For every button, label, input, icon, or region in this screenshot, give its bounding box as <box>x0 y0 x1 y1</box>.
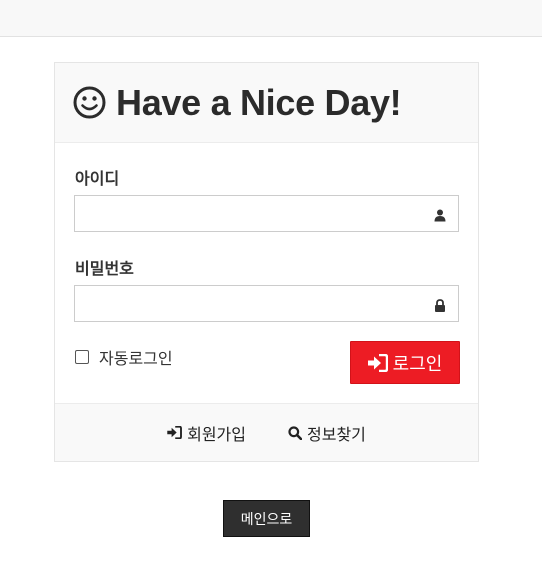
password-field-wrapper <box>74 285 459 322</box>
find-info-label: 정보찾기 <box>307 424 366 444</box>
login-button[interactable]: 로그인 <box>350 341 460 384</box>
id-label: 아이디 <box>75 169 120 188</box>
password-input[interactable] <box>75 286 458 321</box>
signup-label: 회원가입 <box>187 424 246 444</box>
lock-icon <box>434 297 446 312</box>
panel-footer: 회원가입 정보찾기 <box>55 403 478 461</box>
signup-link[interactable]: 회원가입 <box>167 421 246 445</box>
auto-login-checkbox[interactable] <box>75 350 89 364</box>
find-info-link[interactable]: 정보찾기 <box>288 421 366 445</box>
login-form: 아이디 비밀번호 자동로그인 로그인 <box>55 143 478 403</box>
main-page-button[interactable]: 메인으로 <box>223 500 310 537</box>
top-bar <box>0 0 542 37</box>
auto-login-label: 자동로그인 <box>99 349 173 368</box>
id-field-wrapper <box>74 195 459 232</box>
smiley-icon <box>73 86 106 119</box>
password-label: 비밀번호 <box>75 259 134 278</box>
search-icon <box>288 425 302 440</box>
login-panel: Have a Nice Day! 아이디 비밀번호 자동로그인 로그인 회원가입… <box>54 62 479 462</box>
sign-in-icon <box>367 353 388 372</box>
page-title: Have a Nice Day! <box>116 81 402 123</box>
login-button-label: 로그인 <box>392 353 443 375</box>
sign-in-icon <box>167 426 183 439</box>
id-input[interactable] <box>75 196 458 231</box>
auto-login-option[interactable]: 자동로그인 <box>75 345 173 369</box>
panel-header: Have a Nice Day! <box>55 63 478 143</box>
user-icon <box>434 207 446 222</box>
